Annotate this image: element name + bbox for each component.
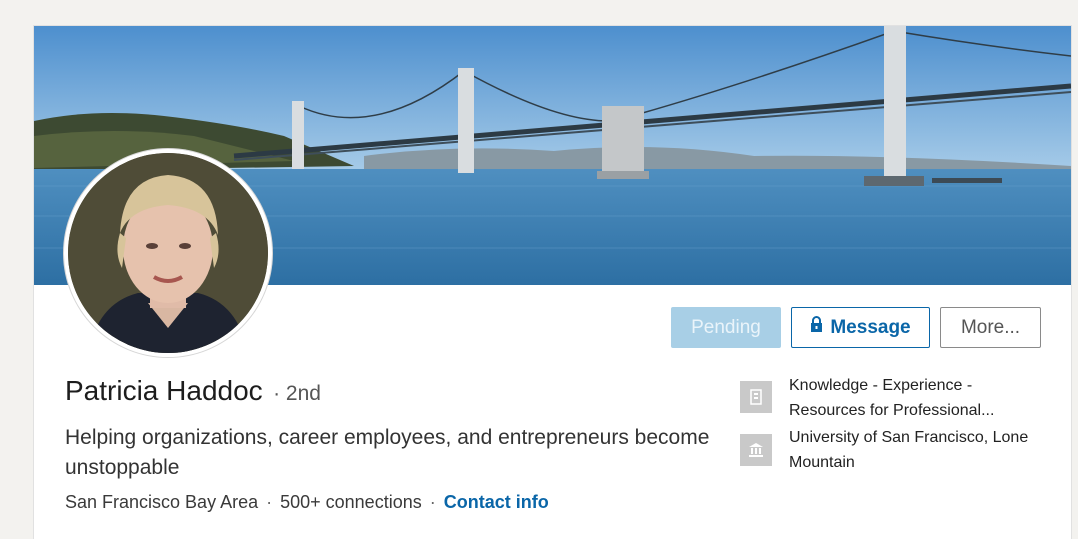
profile-card: Pending Message More... Patricia Haddoc …	[33, 25, 1072, 539]
profile-headline: Helping organizations, career employees,…	[65, 426, 710, 479]
more-label: More...	[960, 316, 1021, 338]
profile-photo	[68, 153, 268, 353]
connection-degree: · 2nd	[273, 382, 321, 405]
connections-count: 500+ connections	[280, 492, 422, 512]
building-icon	[740, 381, 772, 413]
separator-dot: ·	[266, 492, 273, 512]
location: San Francisco Bay Area	[65, 492, 259, 512]
name-row: Patricia Haddoc · 2nd	[65, 375, 321, 407]
more-button[interactable]: More...	[940, 307, 1041, 348]
current-company[interactable]: Knowledge - Experience - Resources for P…	[789, 373, 1039, 423]
lock-icon	[810, 316, 823, 339]
message-label: Message	[830, 316, 911, 338]
school-icon	[740, 434, 772, 466]
separator-dot: ·	[429, 492, 436, 512]
pending-label: Pending	[691, 316, 761, 338]
profile-meta: San Francisco Bay Area · 500+ connections ·…	[65, 492, 549, 513]
avatar[interactable]	[64, 149, 272, 357]
contact-info-link[interactable]: Contact info	[444, 492, 549, 512]
education[interactable]: University of San Francisco, Lone Mounta…	[789, 425, 1039, 475]
message-button[interactable]: Message	[791, 307, 930, 348]
profile-name: Patricia Haddoc	[65, 375, 263, 406]
pending-button[interactable]: Pending	[671, 307, 781, 348]
